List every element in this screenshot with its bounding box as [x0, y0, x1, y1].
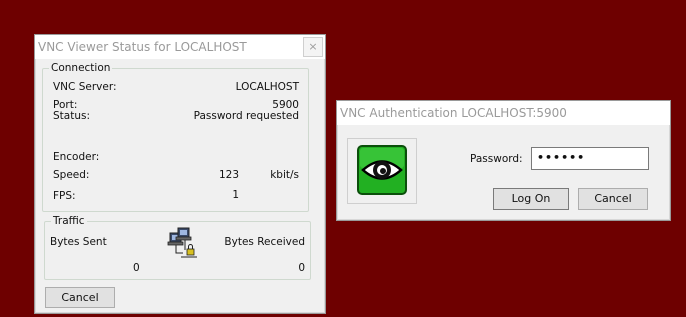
status-value: Password requested	[193, 110, 299, 122]
encoder-label: Encoder:	[53, 151, 100, 163]
connection-legend: Connection	[51, 62, 111, 74]
auth-window-titlebar[interactable]: VNC Authentication LOCALHOST:5900	[337, 101, 670, 125]
bytes-sent-label: Bytes Sent	[50, 236, 107, 248]
eye-icon	[357, 145, 407, 198]
cancel-button[interactable]: Cancel	[45, 287, 115, 308]
status-label: Status:	[53, 110, 90, 122]
log-on-button[interactable]: Log On	[493, 188, 569, 210]
bytes-received-label: Bytes Received	[224, 236, 305, 248]
speed-label: Speed:	[53, 169, 90, 181]
server-label: VNC Server:	[53, 81, 117, 93]
server-value: LOCALHOST	[235, 81, 299, 93]
traffic-legend: Traffic	[53, 215, 85, 227]
password-label: Password:	[470, 153, 523, 165]
password-field[interactable]: ••••••	[531, 147, 649, 170]
status-window-titlebar[interactable]: VNC Viewer Status for LOCALHOST	[35, 35, 325, 59]
speed-unit: kbit/s	[270, 169, 299, 181]
cancel-button-label: Cancel	[61, 291, 99, 304]
bytes-sent-value: 0	[133, 262, 140, 274]
fps-value: 1	[232, 189, 239, 201]
auth-window: VNC Authentication LOCALHOST:5900 Passwo…	[336, 100, 671, 221]
close-icon: ×	[308, 40, 318, 53]
auth-cancel-button[interactable]: Cancel	[578, 188, 648, 210]
status-window-title: VNC Viewer Status for LOCALHOST	[38, 40, 247, 54]
speed-value: 123	[218, 169, 239, 181]
close-button[interactable]: ×	[303, 37, 323, 57]
auth-cancel-button-label: Cancel	[594, 192, 632, 205]
network-computers-icon	[167, 227, 203, 264]
status-window: VNC Viewer Status for LOCALHOST × Connec…	[34, 34, 326, 314]
auth-window-title: VNC Authentication LOCALHOST:5900	[340, 106, 567, 120]
fps-label: FPS:	[53, 190, 76, 202]
bytes-received-value: 0	[298, 262, 305, 274]
log-on-button-label: Log On	[511, 192, 551, 205]
